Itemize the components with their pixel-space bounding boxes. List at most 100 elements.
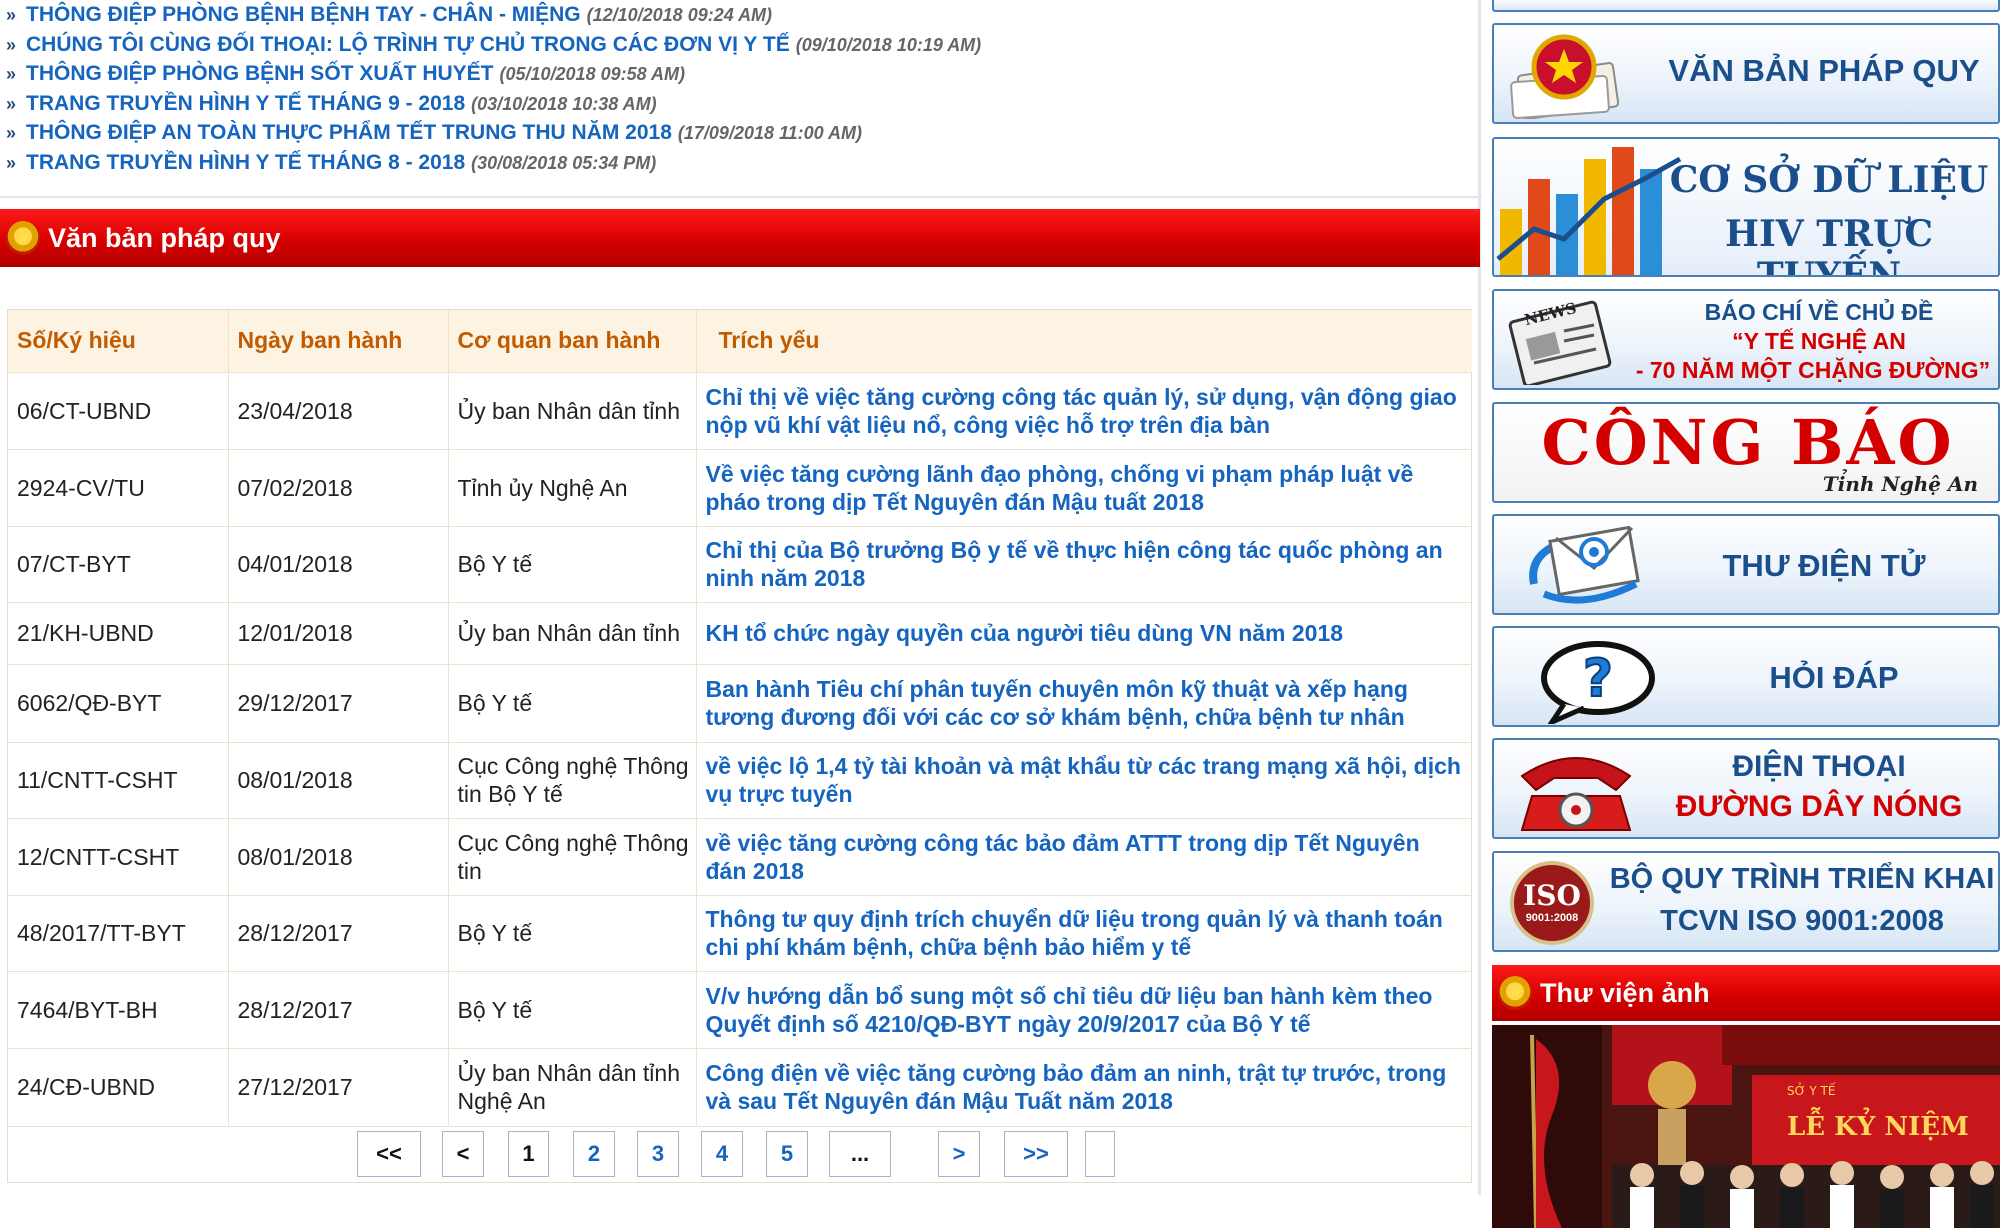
top-banner-strip[interactable] [1492, 0, 2000, 12]
iso-process-line2: TCVN ISO 9001:2008 [1660, 905, 1944, 937]
doc-issuing-agency: Cục Công nghệ Thông tin [448, 818, 697, 896]
email-banner[interactable]: THƯ ĐIỆN TỬ [1492, 514, 2000, 615]
news-date: (12/10/2018 09:24 AM) [586, 5, 773, 25]
table-row: 06/CT-UBND 23/04/2018 Ủy ban Nhân dân tỉnh… [8, 372, 1472, 450]
news-list-item: » TRANG TRUYỀN HÌNH Y TẾ THÁNG 9 - 2018 (0… [0, 89, 1482, 119]
ceremony-photo: SỞ Y TẾ LỄ KỶ NIỆM [1492, 1025, 2000, 1228]
table-row: 24/CĐ-UBND 27/12/2017 Ủy ban Nhân dân tỉnh… [8, 1048, 1472, 1127]
table-row: 12/CNTT-CSHT 08/01/2018 Cục Công nghệ Thôn… [8, 818, 1472, 896]
doc-issue-date: 04/01/2018 [228, 526, 449, 603]
legal-docs-banner[interactable]: VĂN BẢN PHÁP QUY [1492, 23, 2000, 124]
doc-summary-link[interactable]: về việc lộ 1,4 tỷ tài khoản và mật khẩu … [706, 753, 1461, 807]
iso-badge-icon: ISO 9001:2008 [1510, 861, 1594, 945]
doc-issue-date: 23/04/2018 [228, 372, 449, 450]
doc-code: 06/CT-UBND [8, 372, 229, 450]
doc-summary-link[interactable]: Thông tư quy định trích chuyển dữ liệu t… [706, 906, 1443, 960]
press-topic-line3: - 70 NĂM MỘT CHẶNG ĐƯỜNG” [1635, 357, 1991, 383]
news-list-item: » THÔNG ĐIỆP PHÒNG BỆNH BỆNH TAY - CHÂN -… [0, 0, 1482, 30]
next-page-button[interactable]: > [938, 1131, 980, 1177]
page-button-1[interactable]: 1 [508, 1131, 549, 1177]
hotline-line1: ĐIỆN THOẠI [1732, 750, 1906, 783]
doc-issue-date: 08/01/2018 [228, 742, 449, 819]
doc-summary-link[interactable]: Ban hành Tiêu chí phân tuyến chuyên môn … [706, 676, 1408, 730]
divider [0, 196, 1482, 198]
doc-issue-date: 27/12/2017 [228, 1048, 449, 1127]
previous-page-button[interactable]: < [442, 1131, 484, 1177]
faq-banner[interactable]: ? HỎI ĐÁP [1492, 626, 2000, 727]
state-emblem-icon: ★ [1498, 976, 1532, 1010]
press-topic-banner[interactable]: NEWS BÁO CHÍ VỀ CHỦ ĐỀ “Y TẾ NGHỆ AN - 7… [1492, 289, 2000, 390]
news-title-link[interactable]: TRANG TRUYỀN HÌNH Y TẾ THÁNG 8 - 2018 [26, 151, 465, 174]
svg-text:SỞ Y TẾ: SỞ Y TẾ [1787, 1082, 1836, 1098]
iso-process-line1: BỘ QUY TRÌNH TRIỂN KHAI [1609, 863, 1995, 895]
page-button-2[interactable]: 2 [573, 1131, 615, 1177]
page-button-4[interactable]: 4 [701, 1131, 743, 1177]
doc-summary-link[interactable]: về việc tăng cường công tác bảo đảm ATTT… [706, 830, 1420, 884]
doc-summary-cell: về việc lộ 1,4 tỷ tài khoản và mật khẩu … [696, 742, 1472, 819]
svg-text:?: ? [1583, 649, 1613, 709]
news-list-item: » THÔNG ĐIỆP PHÒNG BỆNH SỐT XUẤT HUYẾT (05… [0, 59, 1482, 89]
doc-summary-link[interactable]: Chỉ thị của Bộ trưởng Bộ y tế về thực hi… [706, 537, 1443, 591]
double-chevron-right-icon: » [6, 152, 17, 173]
page-button-5[interactable]: 5 [766, 1131, 808, 1177]
news-title-link[interactable]: THÔNG ĐIỆP AN TOÀN THỰC PHẨM TẾT TRUNG T… [26, 121, 672, 144]
column-header-date: Ngày ban hành [228, 310, 449, 373]
photo-banner-text: LỄ KỶ NIỆM [1787, 1106, 1969, 1142]
doc-issuing-agency: Cục Công nghệ Thông tin Bộ Y tế [448, 742, 697, 819]
double-chevron-right-icon: » [6, 34, 17, 55]
document-emblem-icon [1510, 34, 1620, 119]
news-title-link[interactable]: TRANG TRUYỀN HÌNH Y TẾ THÁNG 9 - 2018 [26, 92, 465, 115]
doc-issuing-agency: Bộ Y tế [448, 526, 697, 603]
main-column: » THÔNG ĐIỆP PHÒNG BỆNH BỆNH TAY - CHÂN -… [0, 0, 1482, 1228]
pagination: << < 1 2 3 4 5 ... > >> [357, 1131, 1357, 1177]
doc-code: 24/CĐ-UBND [8, 1048, 229, 1127]
doc-summary-link[interactable]: V/v hướng dẫn bổ sung một số chỉ tiêu dữ… [706, 983, 1433, 1037]
doc-summary-link[interactable]: KH tổ chức ngày quyền của người tiêu dùn… [706, 620, 1344, 646]
doc-summary-link[interactable]: Công điện về việc tăng cường bảo đảm an … [706, 1060, 1447, 1114]
doc-issuing-agency: Tỉnh ủy Nghệ An [448, 449, 697, 527]
news-title-link[interactable]: THÔNG ĐIỆP PHÒNG BỆNH BỆNH TAY - CHÂN - … [26, 3, 581, 26]
hiv-database-title-line2: HIV TRỰC TUYẾN [1724, 213, 1934, 277]
doc-issuing-agency: Bộ Y tế [448, 664, 697, 743]
press-topic-line2: “Y TẾ NGHỆ AN [1732, 328, 1906, 354]
doc-code: 12/CNTT-CSHT [8, 818, 229, 896]
doc-summary-link[interactable]: Về việc tăng cường lãnh đạo phòng, chống… [706, 461, 1414, 515]
doc-summary-link[interactable]: Chỉ thị về việc tăng cường công tác quản… [706, 384, 1457, 438]
doc-code: 7464/BYT-BH [8, 971, 229, 1049]
doc-summary-cell: V/v hướng dẫn bổ sung một số chỉ tiêu dữ… [696, 971, 1472, 1049]
double-chevron-right-icon: » [6, 64, 17, 84]
column-header-agency: Cơ quan ban hành [448, 310, 697, 373]
hiv-database-banner[interactable]: CƠ SỞ DỮ LIỆU HIV TRỰC TUYẾN [1492, 137, 2000, 277]
news-title-link[interactable]: THÔNG ĐIỆP PHÒNG BỆNH SỐT XUẤT HUYẾT [26, 62, 494, 85]
last-page-button[interactable]: >> [1004, 1131, 1068, 1177]
doc-issue-date: 28/12/2017 [228, 895, 449, 972]
hotline-banner[interactable]: ĐIỆN THOẠI ĐƯỜNG DÂY NÓNG [1492, 738, 2000, 839]
doc-summary-cell: Công điện về việc tăng cường bảo đảm an … [696, 1048, 1472, 1127]
doc-issuing-agency: Ủy ban Nhân dân tỉnh Nghệ An [448, 1048, 697, 1127]
hiv-database-title-line1: CƠ SỞ DỮ LIỆU [1669, 159, 1989, 201]
photo-library-title[interactable]: Thư viện ảnh [1540, 978, 1710, 1009]
blank-page-cell [1085, 1131, 1115, 1177]
table-row: 7464/BYT-BH 28/12/2017 Bộ Y tế V/v hướng dẫ… [8, 971, 1472, 1049]
doc-issuing-agency: Ủy ban Nhân dân tỉnh [448, 602, 697, 665]
legal-docs-section-header: ★ Văn bản pháp quy [0, 209, 1480, 267]
doc-issue-date: 29/12/2017 [228, 664, 449, 743]
section-title: Văn bản pháp quy [48, 222, 281, 253]
photo-library-image[interactable]: SỞ Y TẾ LỄ KỶ NIỆM [1492, 1025, 2000, 1228]
doc-code: 11/CNTT-CSHT [8, 742, 229, 819]
official-gazette-title: CÔNG BÁO [1541, 406, 1955, 479]
photo-library-section-header: ★ Thư viện ảnh [1492, 965, 2000, 1021]
iso-process-banner[interactable]: ISO 9001:2008 BỘ QUY TRÌNH TRIỂN KHAI TC… [1492, 851, 2000, 952]
table-header-row: Số/Ký hiệu Ngày ban hành Cơ quan ban hàn… [8, 310, 1472, 373]
more-pages-button[interactable]: ... [829, 1131, 891, 1177]
news-title-link[interactable]: CHÚNG TÔI CÙNG ĐỐI THOẠI: LỘ TRÌNH TỰ CH… [26, 33, 790, 56]
faq-banner-label: HỎI ĐÁP [1769, 660, 1899, 695]
column-header-summary: Trích yếu [696, 310, 1472, 373]
table-row: 2924-CV/TU 07/02/2018 Tỉnh ủy Nghệ An Về vi… [8, 449, 1472, 527]
page-button-3[interactable]: 3 [637, 1131, 679, 1177]
double-chevron-right-icon: » [6, 5, 17, 25]
first-page-button[interactable]: << [357, 1131, 421, 1177]
table-row: 11/CNTT-CSHT 08/01/2018 Cục Công nghệ Thôn… [8, 742, 1472, 819]
official-gazette-banner[interactable]: CÔNG BÁO Tỉnh Nghệ An [1492, 402, 2000, 503]
red-telephone-icon [1520, 757, 1632, 831]
